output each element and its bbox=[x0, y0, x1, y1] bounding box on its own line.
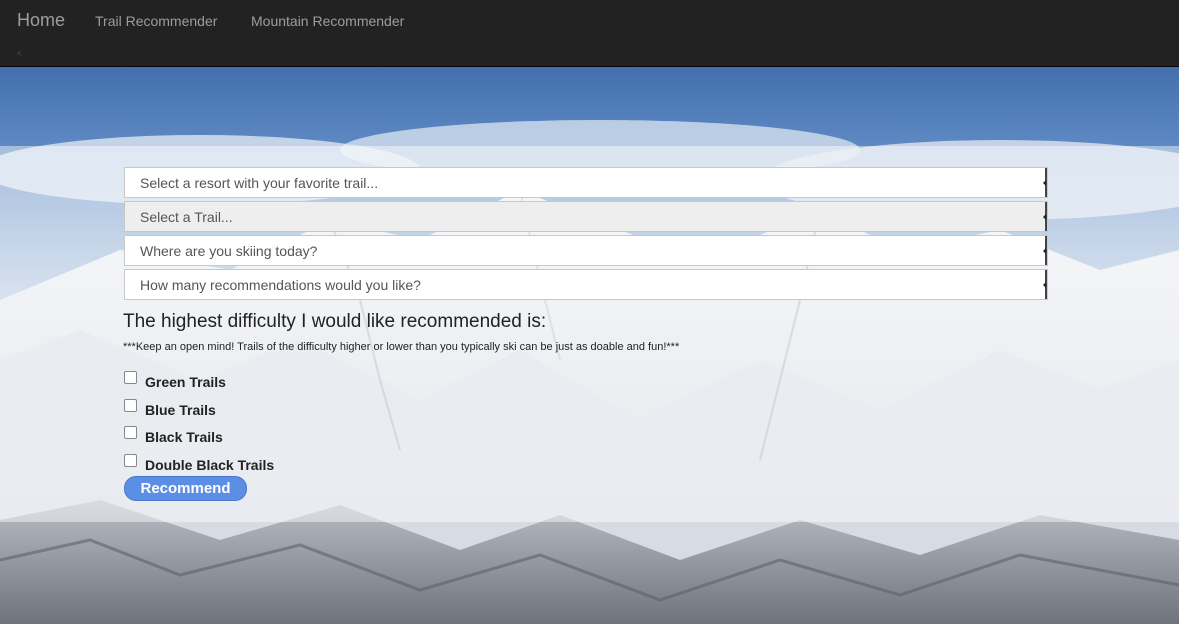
resort-select[interactable]: Select a resort with your favorite trail… bbox=[124, 167, 1048, 198]
resort-select-placeholder: Select a resort with your favorite trail… bbox=[140, 175, 379, 191]
dropdown-arrow-icon bbox=[1043, 236, 1047, 265]
double-black-trails-label[interactable]: Double Black Trails bbox=[145, 457, 274, 473]
trail-select-placeholder: Select a Trail... bbox=[140, 209, 233, 225]
dropdown-arrow-icon bbox=[1043, 270, 1047, 299]
blue-trails-label[interactable]: Blue Trails bbox=[145, 402, 216, 418]
black-trails-label[interactable]: Black Trails bbox=[145, 429, 223, 445]
black-trails-checkbox[interactable] bbox=[124, 426, 137, 439]
trail-select[interactable]: Select a Trail... bbox=[124, 201, 1048, 232]
green-trails-checkbox[interactable] bbox=[124, 371, 137, 384]
dropdown-arrow-icon bbox=[1043, 202, 1047, 231]
blue-trails-checkbox[interactable] bbox=[124, 399, 137, 412]
nav-mountain-recommender-link[interactable]: Mountain Recommender bbox=[251, 13, 404, 29]
destination-select-placeholder: Where are you skiing today? bbox=[140, 243, 318, 259]
destination-select[interactable]: Where are you skiing today? bbox=[124, 235, 1048, 266]
nav-trail-recommender-link[interactable]: Trail Recommender bbox=[95, 13, 217, 29]
nav-home-link[interactable]: Home bbox=[17, 10, 65, 31]
recommendation-count-select[interactable]: How many recommendations would you like? bbox=[124, 269, 1048, 300]
navbar-small-mark: < bbox=[17, 49, 22, 58]
recommendation-count-select-placeholder: How many recommendations would you like? bbox=[140, 277, 421, 293]
top-navbar: Home Trail Recommender Mountain Recommen… bbox=[0, 0, 1179, 67]
green-trails-label[interactable]: Green Trails bbox=[145, 374, 226, 390]
dropdown-arrow-icon bbox=[1043, 168, 1047, 197]
double-black-trails-checkbox[interactable] bbox=[124, 454, 137, 467]
difficulty-heading: The highest difficulty I would like reco… bbox=[123, 311, 547, 332]
open-mind-note: ***Keep an open mind! Trails of the diff… bbox=[123, 341, 680, 353]
recommend-button[interactable]: Recommend bbox=[124, 476, 247, 501]
